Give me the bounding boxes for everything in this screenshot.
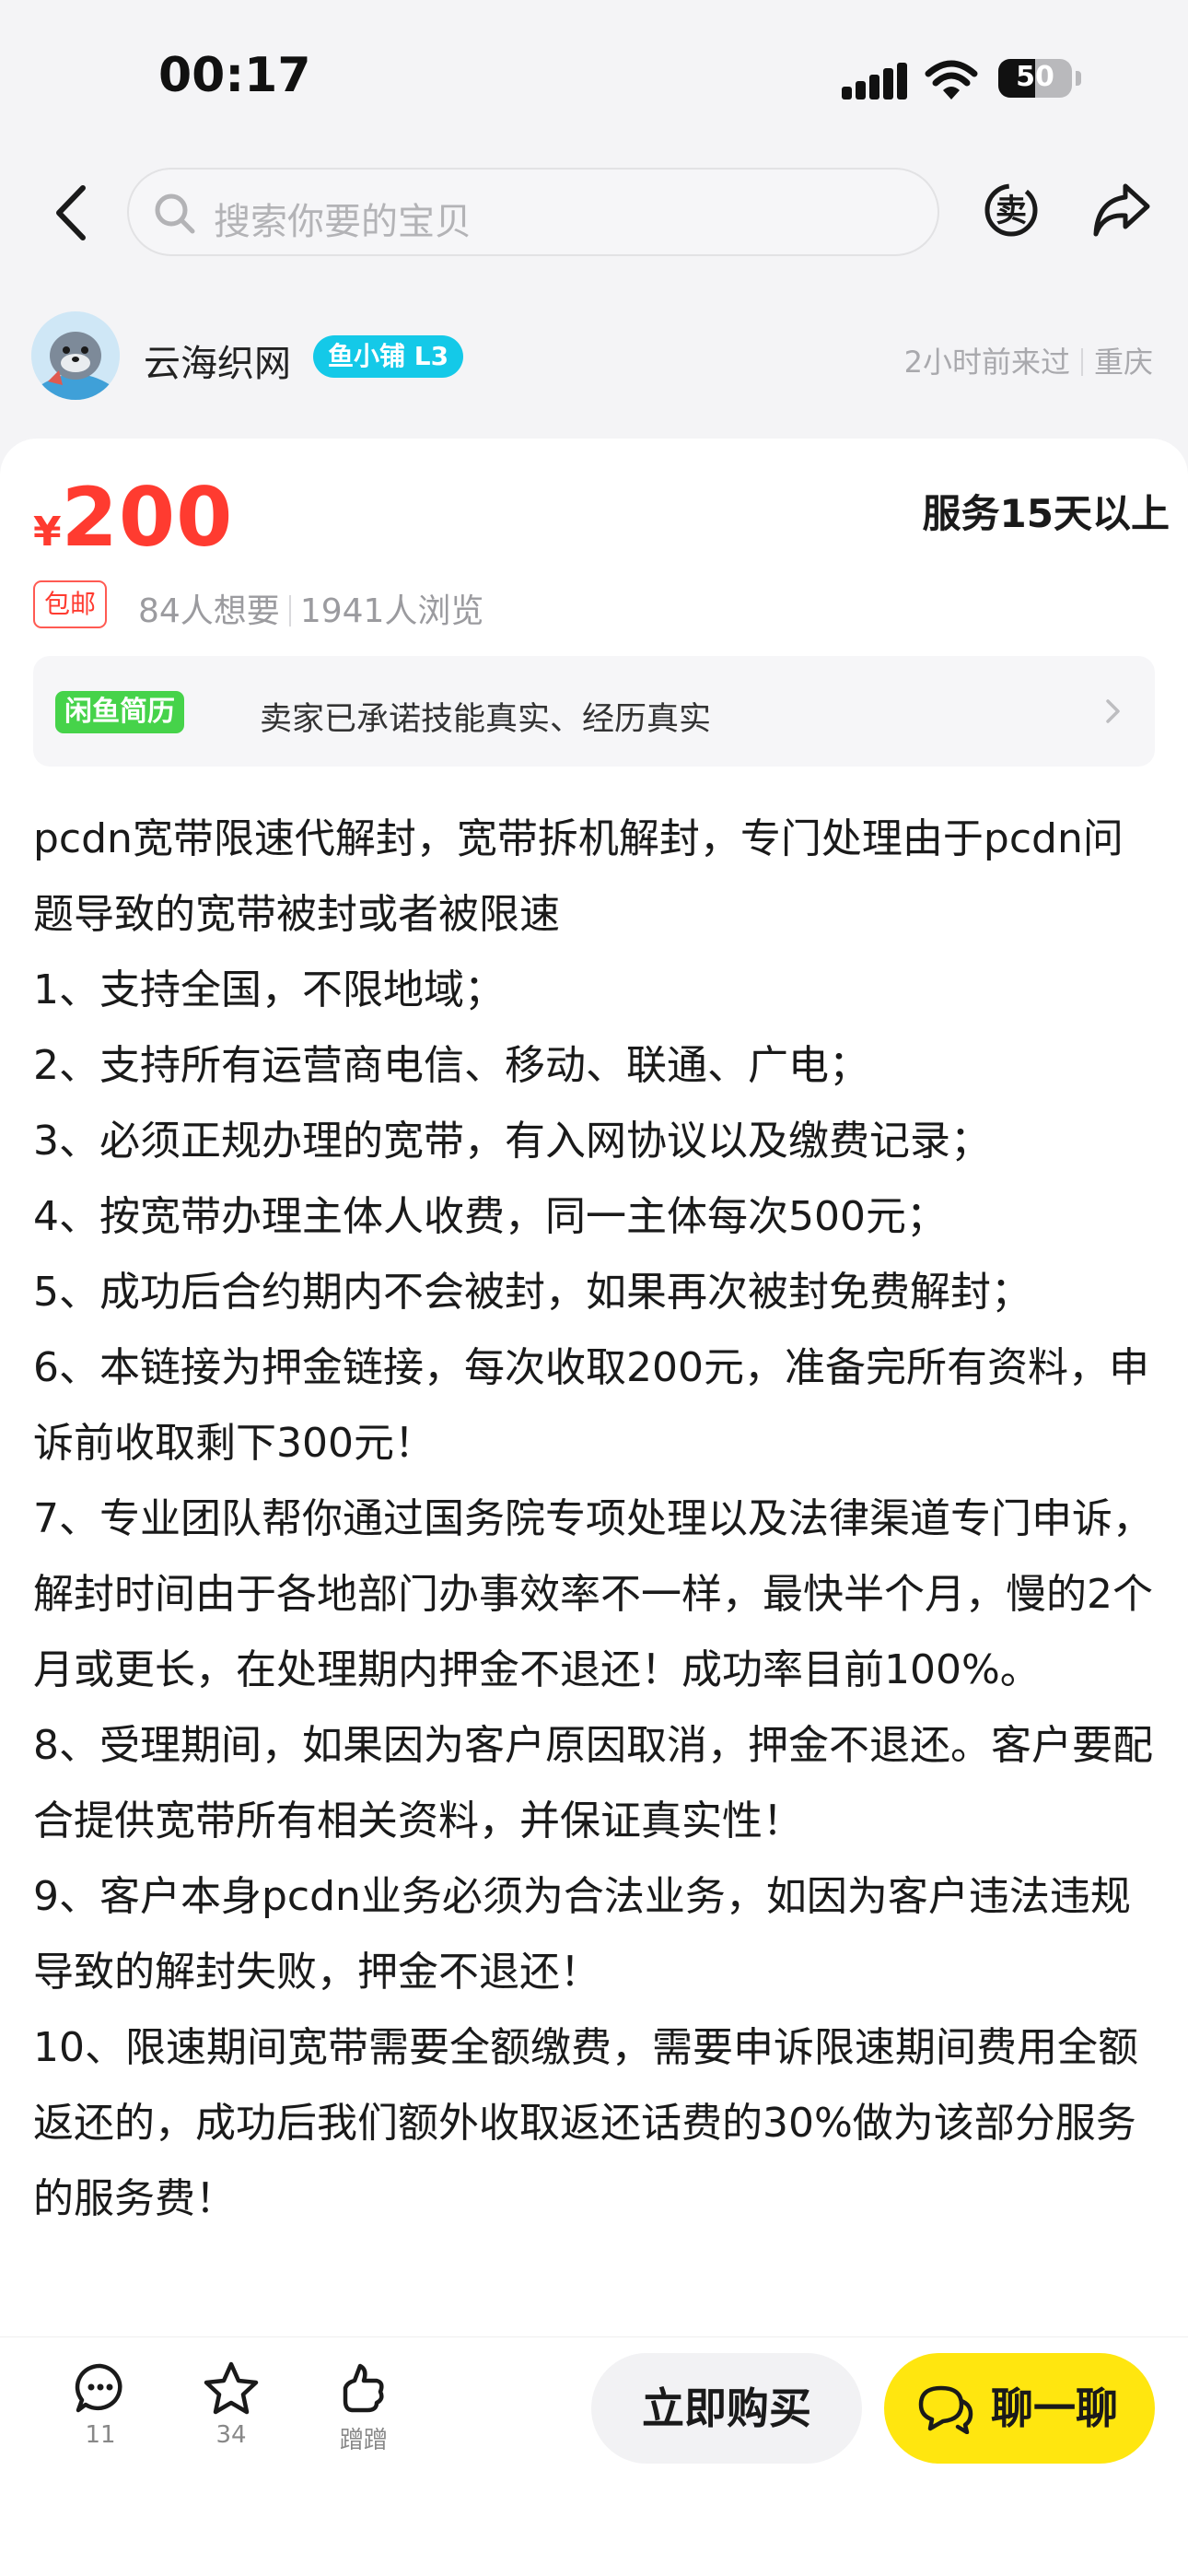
chat-bubble-icon [918,2385,973,2434]
comment-button[interactable]: 11 [50,2360,151,2449]
meta-divider [1080,348,1083,376]
favorite-button[interactable]: 34 [181,2360,282,2449]
nudge-button[interactable]: 蹭蹭 [313,2360,414,2455]
description-line: pcdn宽带限速代解封，宽带拆机解封，专门处理由于pcdn问题导致的宽带被封或者… [33,815,1124,938]
resume-text: 卖家已承诺技能真实、经历真实 [260,701,712,738]
search-placeholder: 搜索你要的宝贝 [214,201,472,243]
nudge-icon [343,2363,384,2413]
service-duration-label: 服务15天以上 [922,491,1170,536]
description-line: 5、成功后合约期内不会被封，如果再次被封免费解封； [33,1269,1031,1316]
product-description: pcdn宽带限速代解封，宽带拆机解封，专门处理由于pcdn问题导致的宽带被封或者… [33,802,1155,2237]
chevron-right-icon [1106,699,1120,723]
cellular-signal-icon [842,63,908,100]
seller-resume-bar[interactable]: 闲鱼简历 卖家已承诺技能真实、经历真实 [33,656,1155,767]
sell-icon[interactable]: 卖 [980,179,1042,241]
favorite-count: 34 [215,2421,247,2449]
share-icon[interactable] [1090,181,1153,240]
price-value: 200 [61,470,234,565]
chat-label: 聊一聊 [991,2383,1118,2433]
battery-percent: 50 [1016,61,1054,93]
description-line: 2、支持所有运营商电信、移动、联通、广电； [33,1042,869,1089]
sell-icon-label: 卖 [996,193,1027,229]
description-line: 6、本链接为押金链接，每次收取200元，准备完所有资料，申诉前收取剩下300元！ [33,1344,1149,1467]
search-input[interactable]: 搜索你要的宝贝 [127,168,939,256]
seller-level-badge[interactable]: 鱼小铺 L3 [313,335,464,378]
battery-tip [1076,71,1081,86]
description-line: 3、必须正规办理的宽带，有入网协议以及缴费记录； [33,1118,991,1165]
free-shipping-tag: 包邮 [33,580,108,628]
stats-divider [288,595,291,626]
price-currency: ¥ [33,509,62,556]
battery-icon: 50 [998,59,1072,98]
product-stats: 84人想要 1941人浏览 [138,584,483,632]
comment-count: 11 [85,2421,116,2449]
wifi-icon [925,60,978,100]
view-count: 1941人浏览 [299,592,484,630]
description-line: 1、支持全国，不限地域； [33,966,505,1013]
status-time: 00:17 [158,48,311,103]
description-line: 8、受理期间，如果因为客户原因取消，押金不退还。客户要配合提供宽带所有相关资料，… [33,1722,1153,1844]
seller-meta: 2小时前来过 重庆 [904,339,1153,381]
description-line: 7、专业团队帮你通过国务院专项处理以及法律渠道专门申诉，解封时间由于各地部门办事… [33,1495,1153,1693]
back-button[interactable] [44,181,99,245]
star-icon [204,2361,259,2415]
description-line: 4、按宽带办理主体人收费，同一主体每次500元； [33,1193,947,1240]
resume-badge: 闲鱼简历 [55,691,184,733]
status-bar: 00:17 50 [0,0,1188,157]
nudge-label: 蹭蹭 [339,2427,388,2454]
seller-name[interactable]: 云海织网 [144,334,291,387]
search-icon [155,193,195,234]
want-count: 84人想要 [138,592,280,630]
buy-now-button[interactable]: 立即购买 [591,2353,862,2464]
seller-location: 重庆 [1093,345,1153,380]
seller-avatar[interactable] [31,311,120,400]
chat-button[interactable]: 聊一聊 [884,2353,1155,2464]
description-line: 10、限速期间宽带需要全额缴费，需要申诉限速期间费用全额返还的，成功后我们额外收… [33,2024,1138,2222]
service-duration-tag: 服务15天以上 [922,483,1178,539]
seal-avatar-icon [31,311,120,400]
comment-icon [75,2363,122,2413]
product-price: ¥200 [33,470,233,565]
seller-last-visit: 2小时前来过 [903,345,1070,380]
description-line: 9、客户本身pcdn业务必须为合法业务，如因为客户违法违规导致的解封失败，押金不… [33,1873,1131,1996]
